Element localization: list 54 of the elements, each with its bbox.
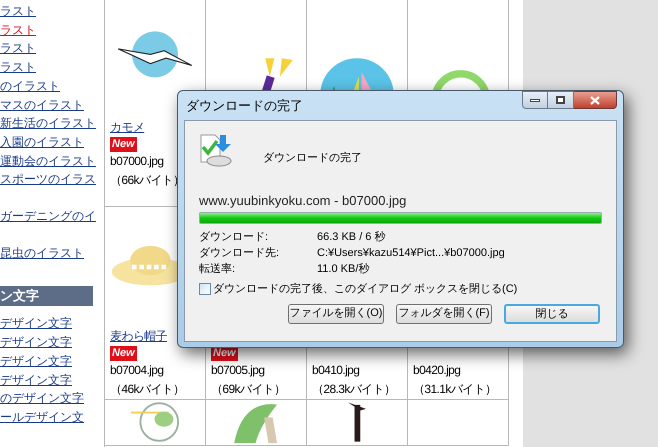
file-size: （66kバイト） xyxy=(110,172,185,189)
sidebar-link[interactable]: デザイン文字 xyxy=(0,333,104,352)
file-size: （46kバイト） xyxy=(110,381,185,398)
minimize-button[interactable] xyxy=(522,91,548,109)
sidebar-link[interactable]: スポーツのイラス xyxy=(0,170,104,190)
sidebar-link[interactable]: 運動会のイラスト xyxy=(0,152,104,170)
sidebar-link[interactable]: デザイン文字 xyxy=(0,370,104,390)
sidebar-link[interactable]: ラスト xyxy=(0,58,104,77)
new-badge: New xyxy=(110,346,137,361)
sidebar-link[interactable]: デザイン文字 xyxy=(0,314,104,334)
sidebar-link[interactable]: マスのイラスト xyxy=(0,96,104,114)
sidebar-link[interactable]: ラスト xyxy=(0,39,104,58)
file-name: b07004.jpg xyxy=(110,362,164,379)
file-name: b0420.jpg xyxy=(413,362,460,379)
file-name: b07000.jpg xyxy=(110,153,164,170)
dialog-heading: ダウンロードの完了 xyxy=(263,150,362,166)
dialog-button[interactable]: フォルダを開く(F) xyxy=(396,304,492,324)
detail-value: 66.3 KB / 6 秒 xyxy=(317,230,386,245)
file-size: （31.1kバイト） xyxy=(413,381,496,398)
file-size: （69kバイト） xyxy=(211,381,286,398)
sidebar-link[interactable]: ラスト xyxy=(0,2,104,21)
sidebar-link[interactable]: ールデザイン文 xyxy=(0,408,104,427)
sidebar-link[interactable]: のデザイン文字 xyxy=(0,389,104,408)
file-size: （28.3kバイト） xyxy=(312,381,396,398)
close-button[interactable] xyxy=(574,91,617,109)
close-icon xyxy=(590,96,600,104)
tree-drawing xyxy=(234,402,278,444)
sidebar-link[interactable]: ラスト xyxy=(0,20,104,40)
section-header: ン文字 xyxy=(0,286,93,306)
detail-label: ダウンロード先: xyxy=(199,246,280,261)
new-badge: New xyxy=(110,137,137,152)
sidebar-link[interactable]: ガーデニングのイ xyxy=(0,207,104,226)
tree-drawing xyxy=(348,402,366,442)
sidebar-link[interactable]: のイラスト xyxy=(0,76,104,96)
detail-value: 11.0 KB/秒 xyxy=(317,262,370,277)
file-name: b0410.jpg xyxy=(312,362,360,379)
detail-label: ダウンロード: xyxy=(199,230,270,245)
illustration-link[interactable]: カモメ xyxy=(110,118,144,137)
dialog-button[interactable]: 閉じる xyxy=(504,304,600,324)
window-title: ダウンロードの完了 xyxy=(185,96,304,115)
maximize-button[interactable] xyxy=(548,91,574,109)
download-source: www.yuubinkyoku.com - b07000.jpg xyxy=(199,193,408,209)
sidebar-link[interactable]: 入園のイラスト xyxy=(0,132,104,152)
download-complete-icon xyxy=(199,133,233,167)
plant-drawing xyxy=(130,402,180,442)
sidebar-link[interactable]: デザイン文字 xyxy=(0,352,104,371)
sidebar-link[interactable]: 新生活のイラスト xyxy=(0,114,104,133)
close-when-done-checkbox[interactable]: ダウンロードの完了後、このダイアログ ボックスを閉じる(C) xyxy=(199,281,602,298)
detail-value: C:¥Users¥kazu514¥Pict...¥b07000.jpg xyxy=(317,246,505,261)
file-name: b07005.jpg xyxy=(211,362,264,379)
dialog-button[interactable]: ファイルを開く(O) xyxy=(288,304,384,324)
illustration-link[interactable]: 麦わら帽子 xyxy=(110,327,168,346)
sidebar-link[interactable]: 昆虫のイラスト xyxy=(0,244,104,262)
detail-label: 転送率: xyxy=(199,262,236,277)
